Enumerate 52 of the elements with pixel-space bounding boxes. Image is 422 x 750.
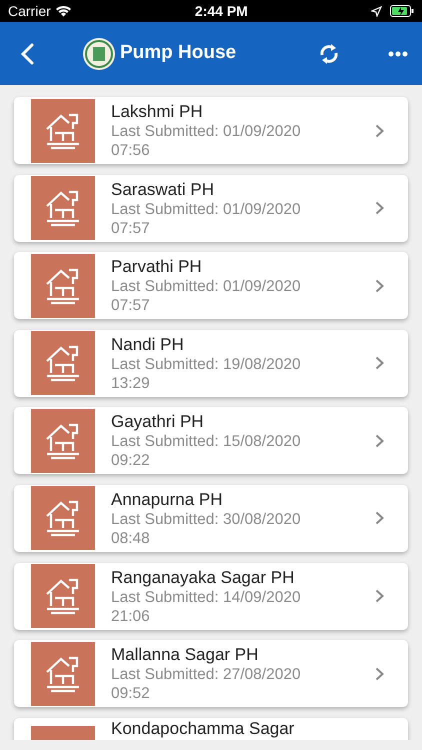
list-item[interactable]: Kondapochamma Sagar bbox=[14, 718, 408, 740]
pump-house-name: Kondapochamma Sagar bbox=[111, 718, 296, 739]
list-item[interactable]: Nandi PH Last Submitted: 19/08/2020 13:29 bbox=[14, 330, 408, 397]
last-submitted-time: 21:06 bbox=[111, 606, 151, 626]
last-submitted-time: 09:22 bbox=[111, 451, 151, 470]
clock: 2:44 PM bbox=[194, 2, 248, 20]
back-icon[interactable] bbox=[20, 42, 34, 64]
list-item[interactable]: Parvathi PH Last Submitted: 01/09/2020 07:57 bbox=[14, 252, 408, 320]
battery-icon bbox=[390, 5, 414, 17]
pump-house-name: Saraswati PH bbox=[111, 178, 215, 200]
pump-house-name: Parvathi PH bbox=[111, 256, 203, 278]
last-submitted-date: Last Submitted: 27/08/2020 bbox=[111, 665, 302, 684]
pump-house-name: Mallanna Sagar PH bbox=[111, 644, 260, 666]
last-submitted-time: 07:57 bbox=[111, 218, 151, 238]
last-submitted-date: Last Submitted: 30/08/2020 bbox=[111, 510, 302, 529]
chevron-icon bbox=[375, 589, 384, 604]
pump-house-name: Annapurna PH bbox=[111, 488, 224, 510]
list-item[interactable]: Ranganayaka Sagar PH Last Submitted: 14/09/2020 21:06 bbox=[14, 562, 408, 630]
last-submitted-date: Last Submitted: 15/08/2020 bbox=[111, 432, 302, 452]
carrier-label: Carrier bbox=[8, 2, 51, 20]
last-submitted-date: Last Submitted: 01/09/2020 bbox=[111, 122, 302, 141]
chevron-icon bbox=[375, 434, 384, 448]
wifi-icon bbox=[54, 5, 72, 17]
chevron-icon bbox=[375, 356, 384, 370]
emblem-icon bbox=[82, 36, 116, 70]
pump-house-name: Gayathri PH bbox=[111, 411, 205, 432]
last-submitted-time: 07:56 bbox=[111, 141, 151, 160]
list-item[interactable]: Mallanna Sagar PH Last Submitted: 27/08/2020 09:52 bbox=[14, 640, 408, 708]
pump-house-name: Ranganayaka Sagar PH bbox=[111, 566, 296, 588]
list-item[interactable]: Saraswati PH Last Submitted: 01/09/2020 07:57 bbox=[14, 174, 408, 242]
more-icon[interactable] bbox=[388, 50, 408, 56]
last-submitted-time: 08:48 bbox=[111, 528, 151, 548]
pump-house-name: Lakshmi PH bbox=[111, 101, 204, 122]
list-item[interactable]: Lakshmi PH Last Submitted: 01/09/2020 07:56 bbox=[14, 97, 408, 164]
pump-house-name: Nandi PH bbox=[111, 334, 185, 355]
list-item[interactable]: Annapurna PH Last Submitted: 30/08/2020 08:48 bbox=[14, 484, 408, 552]
chevron-icon bbox=[375, 278, 384, 293]
list-item[interactable]: Gayathri PH Last Submitted: 15/08/2020 09:22 bbox=[14, 407, 408, 474]
chevron-icon bbox=[375, 124, 384, 138]
location-icon bbox=[370, 6, 382, 16]
last-submitted-date: Last Submitted: 01/09/2020 bbox=[111, 277, 302, 296]
last-submitted-date: Last Submitted: 01/09/2020 bbox=[111, 200, 302, 219]
last-submitted-time: 09:52 bbox=[111, 684, 151, 704]
last-submitted-time: 07:57 bbox=[111, 296, 151, 316]
refresh-icon[interactable] bbox=[318, 42, 340, 66]
chevron-icon bbox=[375, 511, 384, 526]
chevron-icon bbox=[375, 201, 384, 216]
screen-title: Pump House bbox=[120, 41, 236, 66]
last-submitted-time: 13:29 bbox=[111, 374, 151, 393]
chevron-icon bbox=[375, 666, 384, 681]
last-submitted-date: Last Submitted: 14/09/2020 bbox=[111, 588, 302, 607]
last-submitted-date: Last Submitted: 19/08/2020 bbox=[111, 354, 302, 374]
